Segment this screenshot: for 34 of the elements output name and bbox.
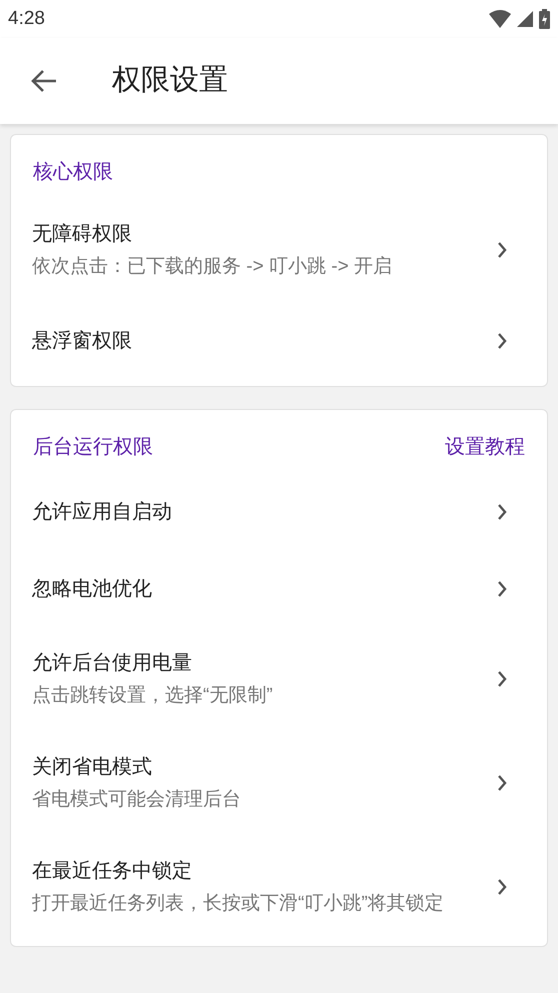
row-title: 关闭省电模式	[32, 755, 153, 780]
chevron-right-icon	[497, 775, 507, 791]
settings-row[interactable]: 忽略电池优化	[11, 550, 547, 627]
chevron-right-icon	[497, 504, 507, 520]
settings-row[interactable]: 允许应用自启动	[11, 473, 547, 550]
status-time: 4:28	[8, 6, 45, 31]
row-title: 在最近任务中锁定	[32, 859, 193, 884]
chevron-right-icon	[497, 332, 507, 348]
battery-icon	[539, 9, 550, 29]
settings-row[interactable]: 在最近任务中锁定 打开最近任务列表，长按或下滑“叮小跳”将其锁定	[11, 835, 547, 939]
row-subtitle: 省电模式可能会清理后台	[32, 788, 241, 812]
settings-row[interactable]: 关闭省电模式 省电模式可能会清理后台	[11, 731, 547, 835]
settings-row[interactable]: 无障碍权限 依次点击：已下载的服务 -> 叮小跳 -> 开启	[11, 198, 547, 302]
page-title: 权限设置	[112, 63, 228, 98]
row-title: 允许应用自启动	[32, 500, 172, 524]
chevron-right-icon	[497, 671, 507, 687]
chevron-right-icon	[497, 242, 507, 258]
row-subtitle: 依次点击：已下载的服务 -> 叮小跳 -> 开启	[32, 255, 392, 279]
row-title: 忽略电池优化	[32, 576, 152, 602]
section-header: 后台运行权限	[33, 435, 153, 459]
row-title: 无障碍权限	[32, 222, 133, 247]
row-title: 悬浮窗权限	[32, 328, 132, 354]
signal-icon	[517, 11, 533, 27]
settings-row[interactable]: 允许后台使用电量 点击跳转设置，选择“无限制”	[11, 627, 547, 731]
back-arrow-icon	[31, 69, 57, 93]
row-subtitle: 打开最近任务列表，长按或下滑“叮小跳”将其锁定	[32, 892, 444, 916]
chevron-right-icon	[497, 580, 507, 596]
tutorial-link[interactable]: 设置教程	[445, 435, 525, 459]
chevron-right-icon	[497, 879, 507, 895]
wifi-icon	[489, 10, 511, 28]
section-header: 核心权限	[33, 160, 113, 184]
row-subtitle: 点击跳转设置，选择“无限制”	[32, 684, 273, 708]
row-title: 允许后台使用电量	[32, 651, 193, 676]
settings-row[interactable]: 悬浮窗权限	[11, 302, 547, 379]
